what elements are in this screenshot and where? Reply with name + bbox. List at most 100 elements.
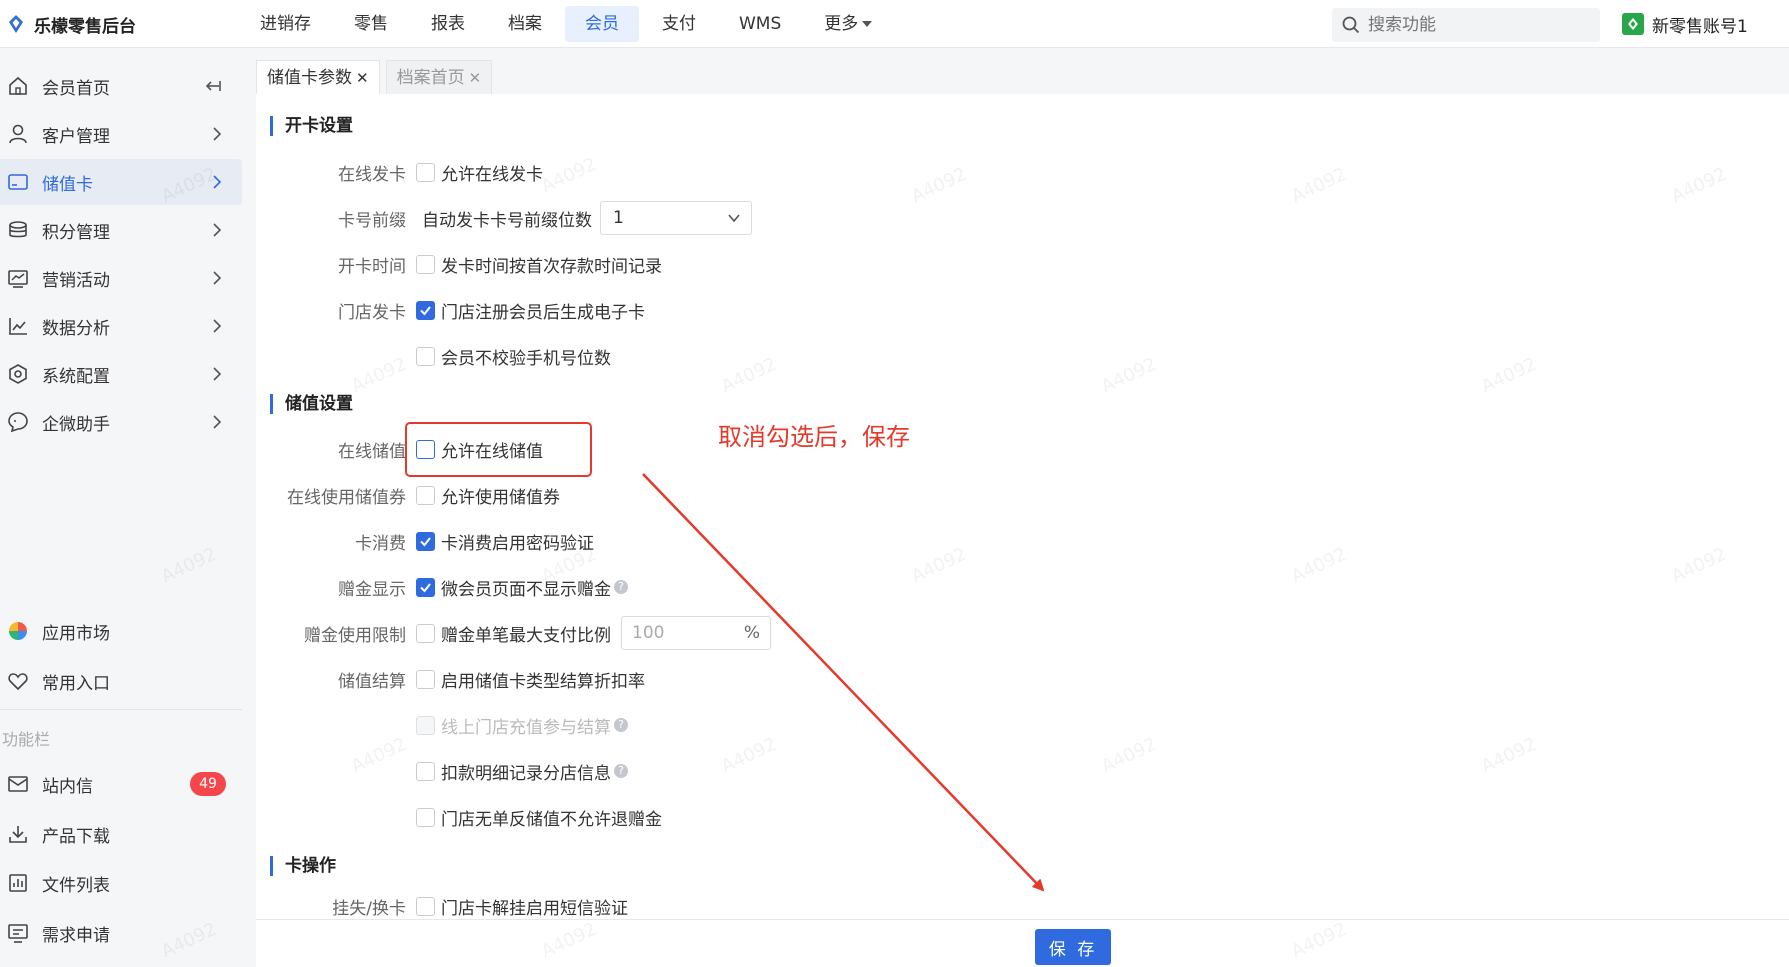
sidebar-item-app-market[interactable]: 应用市场	[0, 608, 242, 654]
check-icon	[420, 305, 431, 316]
mail-icon	[6, 772, 30, 796]
sidebar-item-messages[interactable]: 站内信 49	[0, 761, 242, 807]
coins-icon	[6, 218, 30, 242]
account-menu[interactable]: 新零售账号1	[1622, 0, 1748, 48]
sidebar-item-member-home[interactable]: 会员首页	[0, 63, 242, 109]
sidebar-item-file-list[interactable]: 文件列表	[0, 860, 242, 906]
request-icon	[6, 921, 30, 945]
heart-icon	[6, 669, 30, 693]
gift-display-checkbox[interactable]	[416, 577, 435, 597]
option-text: 卡消费启用密码验证	[441, 533, 594, 554]
field-label: 卡号前缀	[338, 210, 406, 231]
nav-reports[interactable]: 报表	[411, 6, 485, 42]
option-text: 门店注册会员后生成电子卡	[441, 302, 645, 323]
sidebar-item-stored-card[interactable]: 储值卡	[0, 159, 242, 205]
top-bar: 乐檬零售后台 进销存 零售 报表 档案 会员 支付 WMS 更多 新零售账号1	[0, 0, 1789, 48]
option-text: 允许在线发卡	[441, 164, 543, 185]
no-phone-check-checkbox[interactable]	[416, 346, 435, 366]
issue-time-checkbox[interactable]	[416, 254, 435, 274]
sidebar-item-label: 站内信	[42, 776, 93, 797]
no-refund-checkbox[interactable]	[416, 807, 435, 827]
nav-retail[interactable]: 零售	[334, 6, 408, 42]
search-box[interactable]	[1332, 8, 1600, 42]
option-text: 线上门店充值参与结算	[441, 717, 611, 738]
sidebar-item-wecom-assistant[interactable]: 企微助手	[0, 399, 242, 445]
nav-payment[interactable]: 支付	[642, 6, 716, 42]
user-icon	[6, 122, 30, 146]
brand-logo-icon	[9, 15, 23, 33]
input-placeholder: 100	[632, 623, 665, 643]
row-lost-replace: 挂失/换卡 门店卡解挂启用短信验证	[256, 894, 628, 919]
save-button[interactable]: 保 存	[1035, 929, 1111, 965]
prefix-digits-select[interactable]: 1	[600, 201, 752, 235]
nav-more[interactable]: 更多	[804, 6, 892, 42]
chevron-right-icon	[213, 415, 222, 429]
lost-replace-checkbox[interactable]	[416, 897, 435, 916]
row-online-issue: 在线发卡 允许在线发卡	[256, 157, 543, 187]
collapse-sidebar-icon[interactable]	[204, 77, 222, 95]
home-icon	[6, 74, 30, 98]
section-title-stored-value: 储值设置	[270, 394, 353, 414]
sidebar-item-system-config[interactable]: 系统配置	[0, 351, 242, 397]
search-input[interactable]	[1368, 15, 1588, 35]
sidebar-item-label: 需求申请	[42, 925, 110, 946]
chevron-right-icon	[213, 319, 222, 333]
gift-limit-checkbox[interactable]	[416, 623, 435, 643]
row-deduct-detail: 扣款明细记录分店信息 ?	[256, 756, 628, 786]
field-label: 赠金使用限制	[304, 625, 406, 646]
online-coupon-checkbox[interactable]	[416, 485, 435, 505]
close-icon[interactable]: ✕	[469, 69, 482, 87]
field-label: 在线储值	[338, 441, 406, 462]
nav-archive[interactable]: 档案	[488, 6, 562, 42]
deduct-detail-checkbox[interactable]	[416, 761, 435, 781]
sidebar-item-customers[interactable]: 客户管理	[0, 111, 242, 157]
row-no-phone-check: 会员不校验手机号位数	[256, 341, 611, 371]
help-icon[interactable]: ?	[614, 764, 628, 778]
settings-panel: 开卡设置 在线发卡 允许在线发卡 卡号前缀 自动发卡卡号前缀位数 1 开卡时间 …	[256, 94, 1789, 919]
card-consume-checkbox[interactable]	[416, 531, 435, 551]
settings-icon	[6, 362, 30, 386]
sidebar-item-downloads[interactable]: 产品下载	[0, 811, 242, 857]
settlement-checkbox[interactable]	[416, 669, 435, 689]
row-online-coupon: 在线使用储值券 允许使用储值券	[256, 480, 560, 510]
sidebar-item-requests[interactable]: 需求申请	[0, 910, 242, 956]
sidebar-item-label: 产品下载	[42, 826, 110, 847]
sidebar-item-label: 积分管理	[42, 222, 110, 243]
online-issue-checkbox[interactable]	[416, 162, 435, 182]
gift-ratio-input[interactable]: 100 %	[621, 616, 771, 650]
store-issue-checkbox[interactable]	[416, 300, 435, 320]
sidebar-item-label: 客户管理	[42, 126, 110, 147]
help-icon[interactable]: ?	[614, 580, 628, 594]
annotation-text: 取消勾选后，保存	[718, 423, 910, 451]
sidebar-divider	[0, 709, 242, 710]
nav-wms[interactable]: WMS	[719, 6, 801, 42]
sidebar-item-favorites[interactable]: 常用入口	[0, 658, 242, 704]
tab-stored-card-params[interactable]: 储值卡参数 ✕	[256, 60, 380, 94]
close-icon[interactable]: ✕	[356, 69, 369, 87]
tab-label: 储值卡参数	[267, 68, 352, 88]
page-tabs: 储值卡参数 ✕ 档案首页 ✕	[256, 60, 493, 94]
option-text: 会员不校验手机号位数	[441, 348, 611, 369]
sidebar-item-label: 营销活动	[42, 270, 110, 291]
option-text: 启用储值卡类型结算折扣率	[441, 671, 645, 692]
account-name: 新零售账号1	[1652, 16, 1748, 37]
sidebar-item-points[interactable]: 积分管理	[0, 207, 242, 253]
search-icon	[1342, 16, 1360, 34]
chevron-right-icon	[213, 367, 222, 381]
nav-inventory[interactable]: 进销存	[240, 6, 331, 42]
option-text: 门店卡解挂启用短信验证	[441, 899, 628, 919]
option-text: 扣款明细记录分店信息	[441, 763, 611, 784]
brand[interactable]: 乐檬零售后台	[6, 0, 136, 48]
row-card-prefix: 卡号前缀 自动发卡卡号前缀位数 1	[256, 201, 752, 235]
top-nav: 进销存 零售 报表 档案 会员 支付 WMS 更多	[240, 0, 895, 48]
option-text: 自动发卡卡号前缀位数	[422, 210, 592, 231]
caret-down-icon	[862, 21, 873, 27]
sidebar-item-marketing[interactable]: 营销活动	[0, 255, 242, 301]
row-settlement: 储值结算 启用储值卡类型结算折扣率	[256, 664, 645, 694]
nav-member[interactable]: 会员	[565, 6, 639, 42]
tab-archive-home[interactable]: 档案首页 ✕	[385, 60, 493, 94]
field-label: 在线发卡	[338, 164, 406, 185]
help-icon[interactable]: ?	[614, 718, 628, 732]
bottom-action-bar: 保 存	[256, 919, 1789, 967]
sidebar-item-analytics[interactable]: 数据分析	[0, 303, 242, 349]
